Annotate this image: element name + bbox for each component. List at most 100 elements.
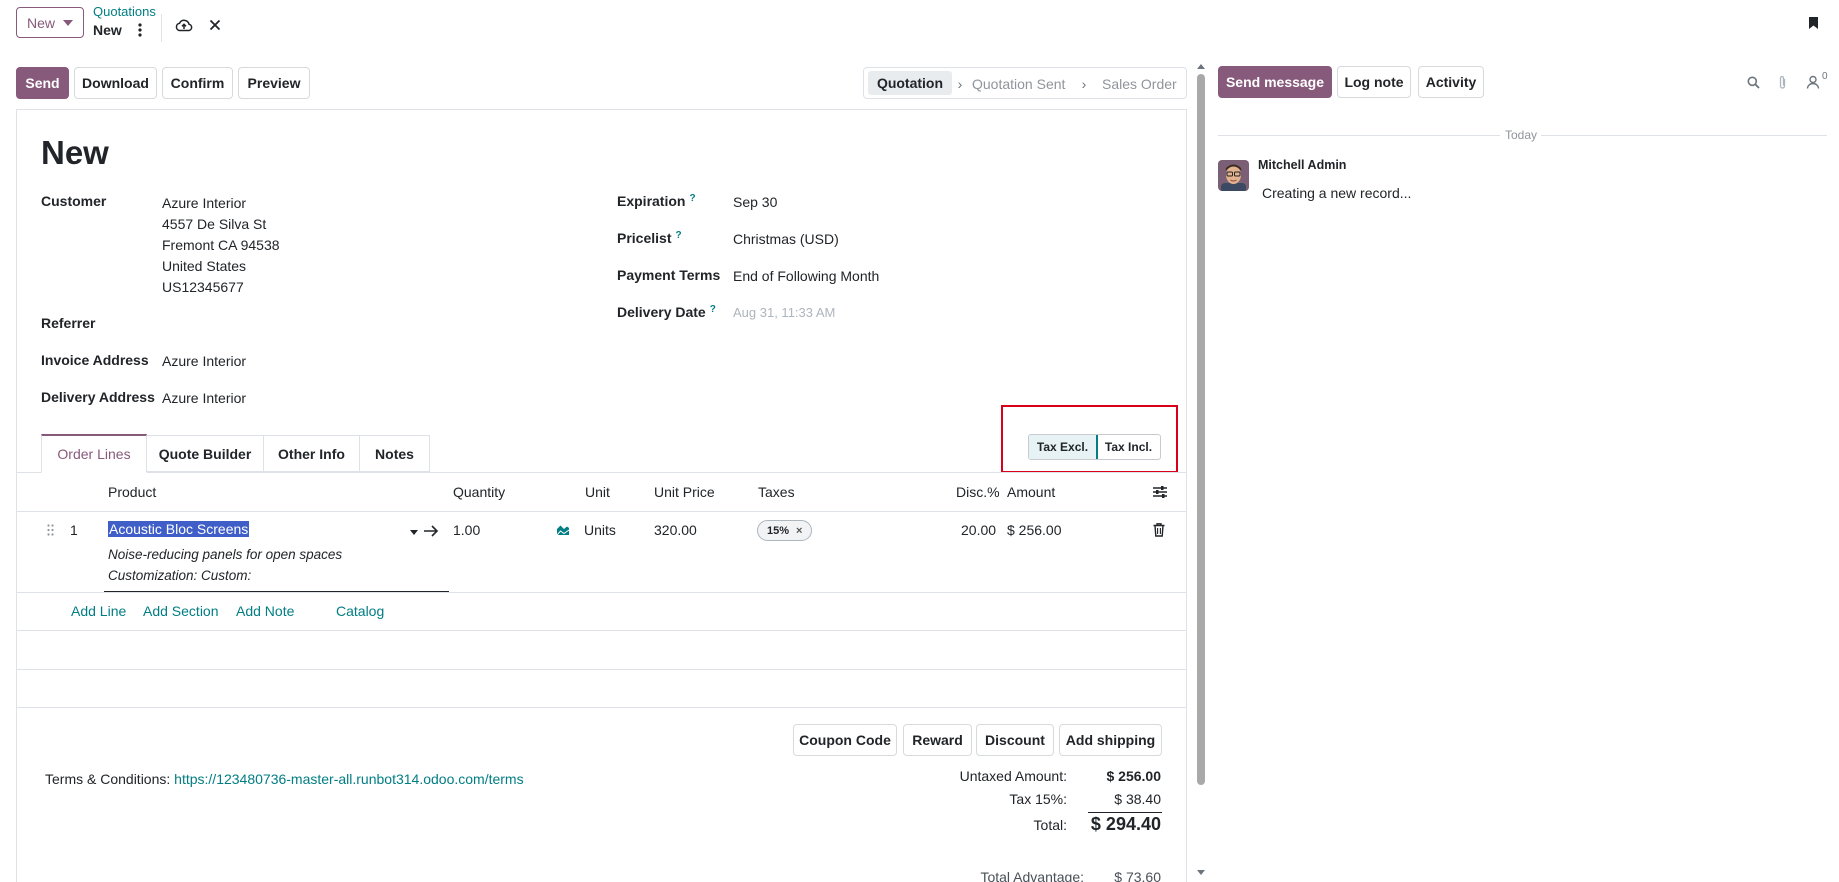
activity-button[interactable]: Activity bbox=[1418, 66, 1484, 98]
tax-toggle: Tax Excl. Tax Incl. bbox=[1028, 434, 1161, 460]
new-dropdown-button[interactable]: New bbox=[16, 7, 84, 38]
quantity-cell[interactable]: 1.00 bbox=[453, 522, 480, 538]
scroll-down-arrow-icon[interactable] bbox=[1197, 868, 1205, 876]
breadcrumb-quotations[interactable]: Quotations bbox=[93, 4, 156, 19]
add-section-link[interactable]: Add Section bbox=[143, 603, 219, 619]
total-advantage-value: $ 73.60 bbox=[1114, 869, 1161, 882]
add-shipping-button[interactable]: Add shipping bbox=[1059, 724, 1162, 756]
today-divider-left bbox=[1218, 135, 1500, 136]
terms-conditions: Terms & Conditions: https://123480736-ma… bbox=[45, 771, 524, 787]
today-separator: Today bbox=[1505, 128, 1538, 142]
add-note-link[interactable]: Add Note bbox=[236, 603, 294, 619]
forecast-chart-icon[interactable] bbox=[555, 523, 571, 537]
kebab-menu-icon[interactable] bbox=[134, 22, 146, 38]
status-quotation[interactable]: Quotation bbox=[868, 71, 952, 95]
product-input[interactable]: Acoustic Bloc Screens bbox=[108, 521, 250, 537]
scroll-up-arrow-icon[interactable] bbox=[1197, 62, 1205, 70]
topbar-divider bbox=[161, 14, 162, 42]
caret-down-icon bbox=[63, 19, 74, 26]
help-icon[interactable]: ? bbox=[689, 193, 695, 204]
customer-field[interactable]: Azure Interior 4557 De Silva St Fremont … bbox=[162, 193, 280, 298]
delivery-address-field[interactable]: Azure Interior bbox=[162, 390, 246, 406]
col-header-product[interactable]: Product bbox=[108, 484, 156, 500]
col-header-unit[interactable]: Unit bbox=[585, 484, 610, 500]
message-author: Mitchell Admin bbox=[1258, 158, 1347, 172]
tab-other-info[interactable]: Other Info bbox=[264, 435, 360, 472]
total-value-border bbox=[1088, 812, 1162, 813]
status-quotation-sent[interactable]: Quotation Sent bbox=[972, 76, 1065, 92]
send-button[interactable]: Send bbox=[16, 67, 69, 99]
add-line-link[interactable]: Add Line bbox=[71, 603, 126, 619]
expiration-label: Expiration? bbox=[617, 193, 696, 209]
terms-link[interactable]: https://123480736-master-all.runbot314.o… bbox=[174, 771, 523, 787]
tab-notes[interactable]: Notes bbox=[360, 435, 430, 472]
internal-link-arrow-icon[interactable] bbox=[422, 523, 440, 539]
unit-cell[interactable]: Units bbox=[584, 522, 616, 538]
help-icon[interactable]: ? bbox=[710, 304, 716, 315]
col-header-unit-price[interactable]: Unit Price bbox=[654, 484, 715, 500]
page-title: New bbox=[41, 134, 109, 171]
followers-icon[interactable] bbox=[1805, 74, 1821, 90]
remove-tag-icon[interactable]: × bbox=[796, 525, 802, 537]
payment-terms-field[interactable]: End of Following Month bbox=[733, 268, 879, 284]
col-header-quantity[interactable]: Quantity bbox=[453, 484, 505, 500]
trash-icon[interactable] bbox=[1151, 521, 1167, 539]
preview-button[interactable]: Preview bbox=[238, 67, 310, 99]
invoice-address-label: Invoice Address bbox=[41, 352, 149, 368]
help-icon[interactable]: ? bbox=[675, 230, 681, 241]
product-selected-text: Acoustic Bloc Screens bbox=[108, 521, 250, 537]
cloud-save-icon[interactable] bbox=[174, 16, 194, 34]
tax-incl-button[interactable]: Tax Incl. bbox=[1097, 435, 1160, 459]
customer-label: Customer bbox=[41, 193, 107, 209]
unit-price-cell[interactable]: 320.00 bbox=[654, 522, 697, 538]
scrollbar-track[interactable] bbox=[1196, 62, 1206, 882]
referrer-input[interactable] bbox=[162, 311, 582, 335]
total-value: $ 294.40 bbox=[1090, 814, 1161, 834]
tab-order-lines[interactable]: Order Lines bbox=[41, 434, 147, 473]
download-button[interactable]: Download bbox=[74, 67, 157, 99]
send-message-button[interactable]: Send message bbox=[1218, 66, 1332, 98]
chevron-right-icon: › bbox=[957, 76, 963, 92]
pricelist-field[interactable]: Christmas (USD) bbox=[733, 231, 839, 247]
drag-handle-icon[interactable] bbox=[45, 523, 55, 537]
catalog-link[interactable]: Catalog bbox=[336, 603, 384, 619]
untaxed-amount-value: $ 256.00 bbox=[1106, 768, 1162, 784]
tax-excl-button[interactable]: Tax Excl. bbox=[1029, 435, 1098, 459]
today-divider-right bbox=[1541, 135, 1827, 136]
col-header-disc[interactable]: Disc.% bbox=[956, 484, 1000, 500]
tax-tag[interactable]: 15% × bbox=[757, 520, 813, 541]
delivery-date-label: Delivery Date? bbox=[617, 304, 716, 320]
paperclip-icon[interactable] bbox=[1774, 73, 1790, 91]
column-settings-icon[interactable] bbox=[1151, 483, 1169, 501]
delivery-date-input[interactable]: Aug 31, 11:33 AM bbox=[733, 305, 835, 320]
delivery-address-label: Delivery Address bbox=[41, 389, 155, 405]
scrollbar-thumb[interactable] bbox=[1197, 74, 1205, 785]
untaxed-amount-label: Untaxed Amount: bbox=[959, 768, 1067, 784]
tab-quote-builder[interactable]: Quote Builder bbox=[147, 435, 264, 472]
tax-tag-label: 15% bbox=[767, 524, 790, 537]
terms-label: Terms & Conditions: bbox=[45, 771, 171, 787]
confirm-button[interactable]: Confirm bbox=[162, 67, 233, 99]
empty-row-divider bbox=[16, 669, 1187, 670]
log-note-button[interactable]: Log note bbox=[1337, 66, 1411, 98]
caret-down-icon[interactable] bbox=[409, 528, 419, 536]
referrer-label: Referrer bbox=[41, 315, 96, 331]
discount-button[interactable]: Discount bbox=[976, 724, 1054, 756]
invoice-address-field[interactable]: Azure Interior bbox=[162, 353, 246, 369]
avatar[interactable] bbox=[1218, 160, 1249, 191]
discount-cell[interactable]: 20.00 bbox=[961, 522, 996, 538]
product-description[interactable]: Noise-reducing panels for open spaces Cu… bbox=[108, 544, 342, 586]
coupon-code-button[interactable]: Coupon Code bbox=[793, 724, 897, 756]
table-row[interactable]: 1 Acoustic Bloc Screens Noise-reducing p… bbox=[16, 512, 1187, 592]
breadcrumb-current: New bbox=[93, 22, 122, 38]
reward-button[interactable]: Reward bbox=[903, 724, 972, 756]
col-header-amount[interactable]: Amount bbox=[1007, 484, 1055, 500]
search-icon[interactable] bbox=[1745, 74, 1761, 90]
status-sales-order[interactable]: Sales Order bbox=[1102, 76, 1177, 92]
total-advantage-label: Total Advantage: bbox=[980, 869, 1084, 882]
tabs-border bbox=[16, 472, 1187, 473]
discard-close-icon[interactable] bbox=[207, 17, 223, 33]
col-header-taxes[interactable]: Taxes bbox=[758, 484, 795, 500]
bookmark-icon[interactable] bbox=[1806, 14, 1820, 32]
expiration-field[interactable]: Sep 30 bbox=[733, 194, 777, 210]
